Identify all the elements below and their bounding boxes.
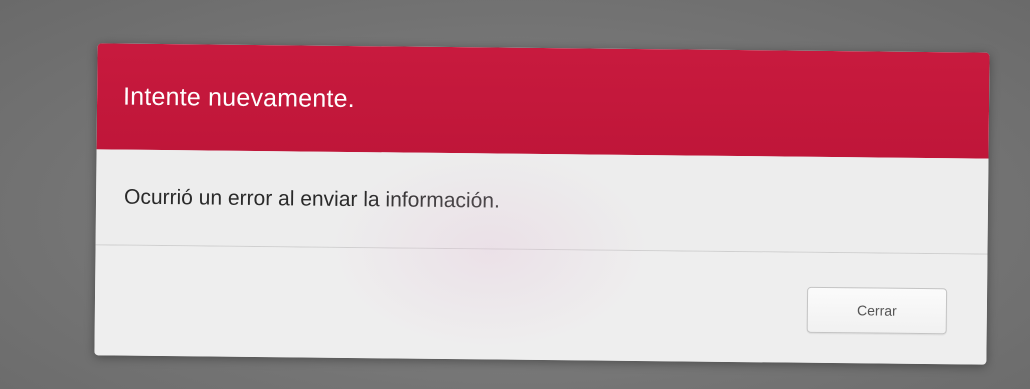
close-button[interactable]: Cerrar xyxy=(806,286,948,335)
dialog-header: Intente nuevamente. xyxy=(96,43,990,159)
dialog-body: Ocurrió un error al enviar la informació… xyxy=(95,149,989,255)
dialog-footer: Cerrar xyxy=(94,245,988,365)
error-dialog: Intente nuevamente. Ocurrió un error al … xyxy=(94,43,990,365)
dialog-message: Ocurrió un error al enviar la informació… xyxy=(123,185,500,213)
dialog-title: Intente nuevamente. xyxy=(122,82,355,113)
